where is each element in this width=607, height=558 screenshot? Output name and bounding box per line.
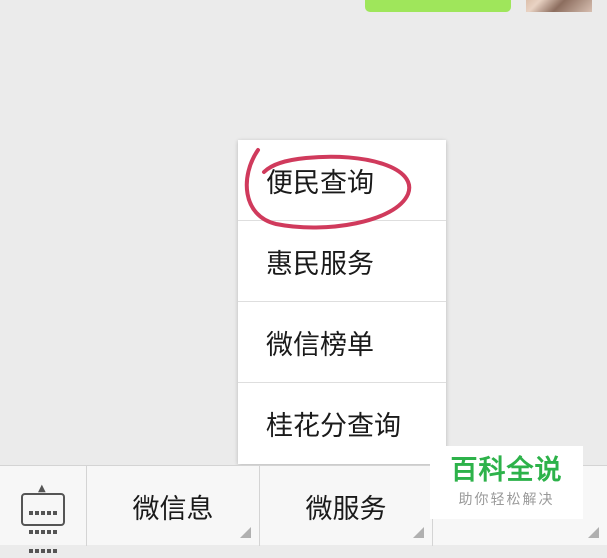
chat-message-bubble[interactable] <box>365 0 511 12</box>
avatar[interactable] <box>526 0 592 12</box>
watermark-logo: 百科全说 助你轻松解决 <box>430 446 583 519</box>
tab-wechat-service[interactable]: 微服务 <box>260 466 433 546</box>
popup-menu: 便民查询 惠民服务 微信榜单 桂花分查询 <box>238 140 446 464</box>
submenu-corner-icon <box>240 527 251 538</box>
menu-item-label: 桂花分查询 <box>266 411 401 442</box>
menu-item-wechat-ranking[interactable]: 微信榜单 <box>238 302 446 383</box>
submenu-corner-icon <box>588 527 599 538</box>
tab-wechat-info[interactable]: 微信息 <box>87 466 260 546</box>
menu-item-label: 便民查询 <box>266 167 374 199</box>
tab-label: 微服务 <box>305 493 387 525</box>
menu-item-convenience-query[interactable]: 便民查询 <box>238 140 446 221</box>
submenu-corner-icon <box>413 527 424 538</box>
menu-item-public-service[interactable]: 惠民服务 <box>238 221 446 302</box>
watermark-subtitle: 助你轻松解决 <box>458 492 555 508</box>
watermark-title: 百科全说 <box>450 455 563 486</box>
menu-item-label: 惠民服务 <box>266 248 374 280</box>
menu-item-label: 微信榜单 <box>266 329 374 361</box>
tab-label: 微信息 <box>132 493 214 525</box>
keyboard-icon <box>21 493 65 553</box>
menu-item-osmanthus-score[interactable]: 桂花分查询 <box>238 383 446 464</box>
keyboard-toggle-button[interactable]: ▲ <box>0 466 87 553</box>
